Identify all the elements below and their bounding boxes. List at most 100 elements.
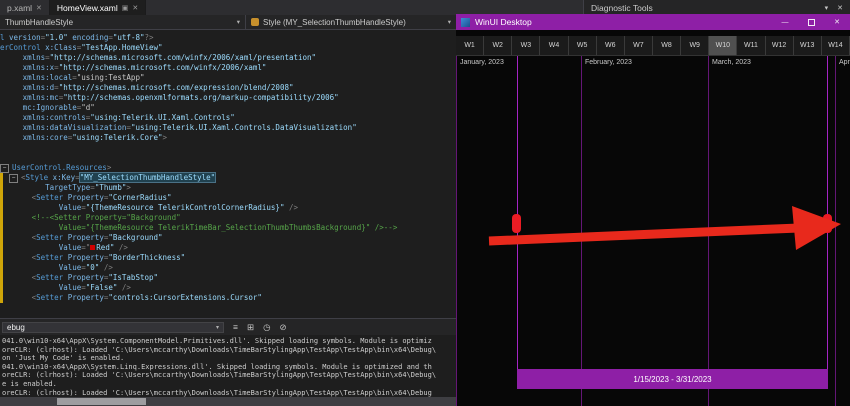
- clear-output-icon[interactable]: ⊘: [280, 323, 287, 331]
- code-line[interactable]: xmlns:d="http://schemas.microsoft.com/ex…: [0, 83, 456, 93]
- close-icon[interactable]: ✕: [837, 4, 843, 12]
- code-line[interactable]: xmlns:mc="http://schemas.openxmlformats.…: [0, 93, 456, 103]
- week-cell[interactable]: W9: [681, 36, 709, 55]
- code-token: version: [9, 33, 41, 42]
- code-line[interactable]: l version="1.0" encoding="utf-8"?>: [0, 33, 456, 43]
- code-line[interactable]: −UserControl.Resources>: [0, 163, 456, 173]
- code-line[interactable]: <Setter Property="IsTabStop": [0, 273, 456, 283]
- output-source-dropdown[interactable]: ebug ▾: [2, 322, 224, 333]
- code-area[interactable]: l version="1.0" encoding="utf-8"?>erCont…: [0, 33, 456, 303]
- output-line: oreCLR: (clrhost): Loaded 'C:\Users\mcca…: [2, 371, 456, 380]
- output-line: oreCLR: (clrhost): Loaded 'C:\Users\mcca…: [2, 389, 456, 398]
- output-line: oreCLR: (clrhost): Loaded 'C:\Users\mcca…: [2, 346, 456, 355]
- code-editor[interactable]: l version="1.0" encoding="utf-8"?>erCont…: [0, 30, 456, 318]
- goto-icon[interactable]: ⊞: [247, 323, 254, 331]
- scrollbar-thumb[interactable]: [57, 398, 146, 405]
- code-line[interactable]: Value="Red" />: [0, 243, 456, 253]
- week-cell[interactable]: W1: [456, 36, 484, 55]
- week-cell[interactable]: W10: [709, 36, 737, 55]
- code-token: "{ThemeResource TelerikControlCornerRadi…: [86, 203, 285, 212]
- selection-range-bar[interactable]: 1/15/2023 - 3/31/2023: [517, 369, 828, 389]
- tab-partial-label: p.xaml: [7, 3, 32, 13]
- winui-titlebar[interactable]: WinUI Desktop — ✕: [456, 14, 850, 30]
- close-icon[interactable]: ✕: [132, 4, 138, 12]
- code-line[interactable]: xmlns:x="http://schemas.microsoft.com/wi…: [0, 63, 456, 73]
- minimize-button[interactable]: —: [772, 14, 798, 30]
- code-token: "using:Telerik.UI.Xaml.Controls.DataVisu…: [131, 123, 357, 132]
- nav-dropdown-style[interactable]: Style (MY_SelectionThumbHandleStyle) ▾: [246, 15, 456, 29]
- code-token: <!--<Setter Property="Background": [32, 213, 181, 222]
- chevron-down-icon[interactable]: ▾: [825, 4, 829, 12]
- app-icon: [461, 18, 470, 27]
- code-line[interactable]: <Setter Property="BorderThickness": [0, 253, 456, 263]
- nav-dropdown-element[interactable]: ThumbHandleStyle ▾: [0, 15, 246, 29]
- code-line[interactable]: Value="{ThemeResource TelerikControlCorn…: [0, 203, 456, 213]
- close-icon[interactable]: ✕: [36, 4, 42, 12]
- week-cell[interactable]: W4: [540, 36, 568, 55]
- code-line[interactable]: Value="{ThemeResource TelerikTimeBar_Sel…: [0, 223, 456, 233]
- code-line[interactable]: xmlns:core="using:Telerik.Core">: [0, 133, 456, 143]
- code-line[interactable]: erControl x:Class="TestApp.HomeView": [0, 43, 456, 53]
- code-line[interactable]: [0, 143, 456, 153]
- tab-partial[interactable]: p.xaml ✕: [0, 0, 50, 15]
- code-line[interactable]: <!--<Setter Property="Background": [0, 213, 456, 223]
- code-token: =": [81, 243, 90, 252]
- code-token: "using:Telerik.UI.Xaml.Controls": [90, 113, 235, 122]
- fold-collapse-icon[interactable]: −: [0, 164, 9, 173]
- code-token: />: [114, 243, 128, 252]
- code-line[interactable]: −<Style x:Key="MY_SelectionThumbHandleSt…: [0, 173, 456, 183]
- week-cell[interactable]: W11: [737, 36, 765, 55]
- diagnostic-tools-panel-header[interactable]: Diagnostic Tools ▾ ✕: [583, 0, 850, 15]
- week-cell[interactable]: W14: [822, 36, 850, 55]
- week-cell[interactable]: W2: [484, 36, 512, 55]
- close-button[interactable]: ✕: [824, 14, 850, 30]
- week-cell[interactable]: W3: [512, 36, 540, 55]
- selection-thumb-right[interactable]: [823, 214, 832, 233]
- code-token: />: [117, 283, 131, 292]
- week-cell[interactable]: W6: [597, 36, 625, 55]
- code-token: xmlns: [23, 53, 46, 62]
- timebar-weeks-row: W1W2W3W4W5W6W7W8W9W10W11W12W13W14: [456, 36, 850, 56]
- code-line[interactable]: xmlns="http://schemas.microsoft.com/winf…: [0, 53, 456, 63]
- history-icon[interactable]: ◷: [263, 323, 270, 331]
- code-line[interactable]: [0, 153, 456, 163]
- code-line[interactable]: TargetType="Thumb">: [0, 183, 456, 193]
- horizontal-scrollbar[interactable]: [0, 397, 456, 406]
- tab-homeview[interactable]: HomeView.xaml ▣ ✕: [50, 0, 146, 15]
- week-cell[interactable]: W7: [625, 36, 653, 55]
- code-token: xmlns:local: [23, 73, 73, 82]
- week-cell[interactable]: W5: [569, 36, 597, 55]
- messages-icon[interactable]: ≡: [233, 323, 238, 331]
- code-token: "http://schemas.microsoft.com/winfx/2006…: [59, 63, 267, 72]
- code-line[interactable]: mc:Ignorable="d": [0, 103, 456, 113]
- output-line: 041.0\win10-x64\AppX\System.Linq.Express…: [2, 363, 456, 372]
- week-cell[interactable]: W12: [766, 36, 794, 55]
- month-label: January, 2023: [460, 59, 504, 66]
- code-token: Setter: [36, 193, 63, 202]
- code-token: Value: [59, 243, 82, 252]
- pin-icon[interactable]: ▣: [122, 4, 129, 12]
- code-token: "Thumb": [95, 183, 127, 192]
- tab-homeview-label: HomeView.xaml: [57, 3, 118, 13]
- maximize-button[interactable]: [798, 14, 824, 30]
- selection-thumb-left[interactable]: [512, 214, 521, 233]
- code-token: "http://schemas.openxmlformats.org/marku…: [63, 93, 338, 102]
- code-line[interactable]: xmlns:controls="using:Telerik.UI.Xaml.Co…: [0, 113, 456, 123]
- code-line[interactable]: Value="False" />: [0, 283, 456, 293]
- code-token: "using:TestApp": [77, 73, 145, 82]
- week-cell[interactable]: W13: [794, 36, 822, 55]
- month-label: March, 2023: [712, 59, 751, 66]
- code-line[interactable]: <Setter Property="controls:CursorExtensi…: [0, 293, 456, 303]
- code-line[interactable]: xmlns:local="using:TestApp": [0, 73, 456, 83]
- code-line[interactable]: <Setter Property="Background": [0, 233, 456, 243]
- xaml-navigation-bar: ThumbHandleStyle ▾ Style (MY_SelectionTh…: [0, 15, 456, 30]
- week-cell[interactable]: W8: [653, 36, 681, 55]
- code-token: xmlns:controls: [23, 113, 86, 122]
- code-line[interactable]: xmlns:dataVisualization="using:Telerik.U…: [0, 123, 456, 133]
- fold-collapse-icon[interactable]: −: [9, 174, 18, 183]
- selection-right-edge: [827, 56, 828, 369]
- code-line[interactable]: <Setter Property="CornerRadius": [0, 193, 456, 203]
- code-token: Property: [63, 293, 104, 302]
- month-label: February, 2023: [585, 59, 632, 66]
- code-line[interactable]: Value="0" />: [0, 263, 456, 273]
